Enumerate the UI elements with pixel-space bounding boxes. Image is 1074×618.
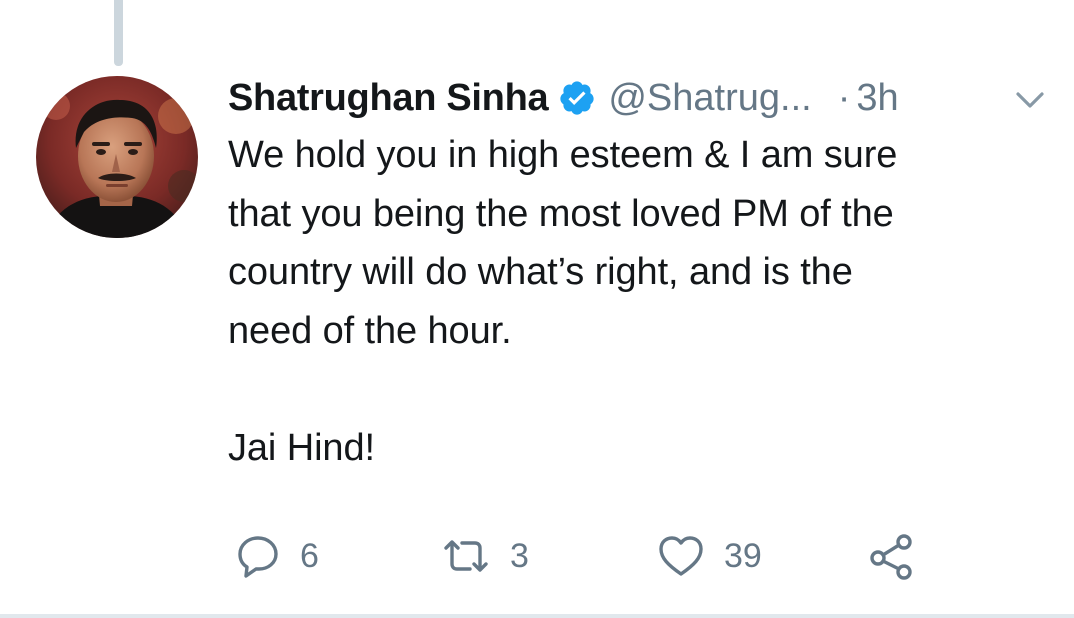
time-separator: ·	[837, 76, 851, 119]
author-handle[interactable]: @Shatrug...	[608, 77, 811, 120]
like-count: 39	[724, 536, 762, 575]
tweet-timestamp[interactable]: 3h	[856, 77, 898, 120]
retweet-count: 3	[510, 536, 529, 575]
verified-badge-icon	[558, 79, 596, 117]
retweet-icon	[440, 532, 492, 580]
heart-icon	[656, 532, 706, 580]
share-button[interactable]	[866, 528, 916, 584]
tweet-header: Shatrughan Sinha @Shatrug... · 3h	[228, 70, 899, 126]
retweet-button[interactable]: 3	[440, 528, 529, 584]
avatar[interactable]	[36, 76, 198, 238]
thread-connector-line	[114, 0, 123, 66]
reply-count: 6	[300, 536, 319, 575]
like-button[interactable]: 39	[656, 528, 762, 584]
author-display-name[interactable]: Shatrughan Sinha	[228, 77, 549, 120]
tweet-divider	[0, 614, 1074, 618]
reply-button[interactable]: 6	[234, 528, 319, 584]
tweet-card[interactable]: Shatrughan Sinha @Shatrug... · 3h We hol…	[0, 0, 1074, 618]
tweet-text: We hold you in high esteem & I am sure t…	[228, 134, 898, 469]
reply-icon	[234, 532, 282, 580]
avatar-photo	[36, 76, 198, 238]
tweet-actions: 6 3 39	[230, 528, 950, 584]
share-icon	[866, 532, 916, 580]
chevron-down-icon[interactable]	[1010, 84, 1050, 116]
